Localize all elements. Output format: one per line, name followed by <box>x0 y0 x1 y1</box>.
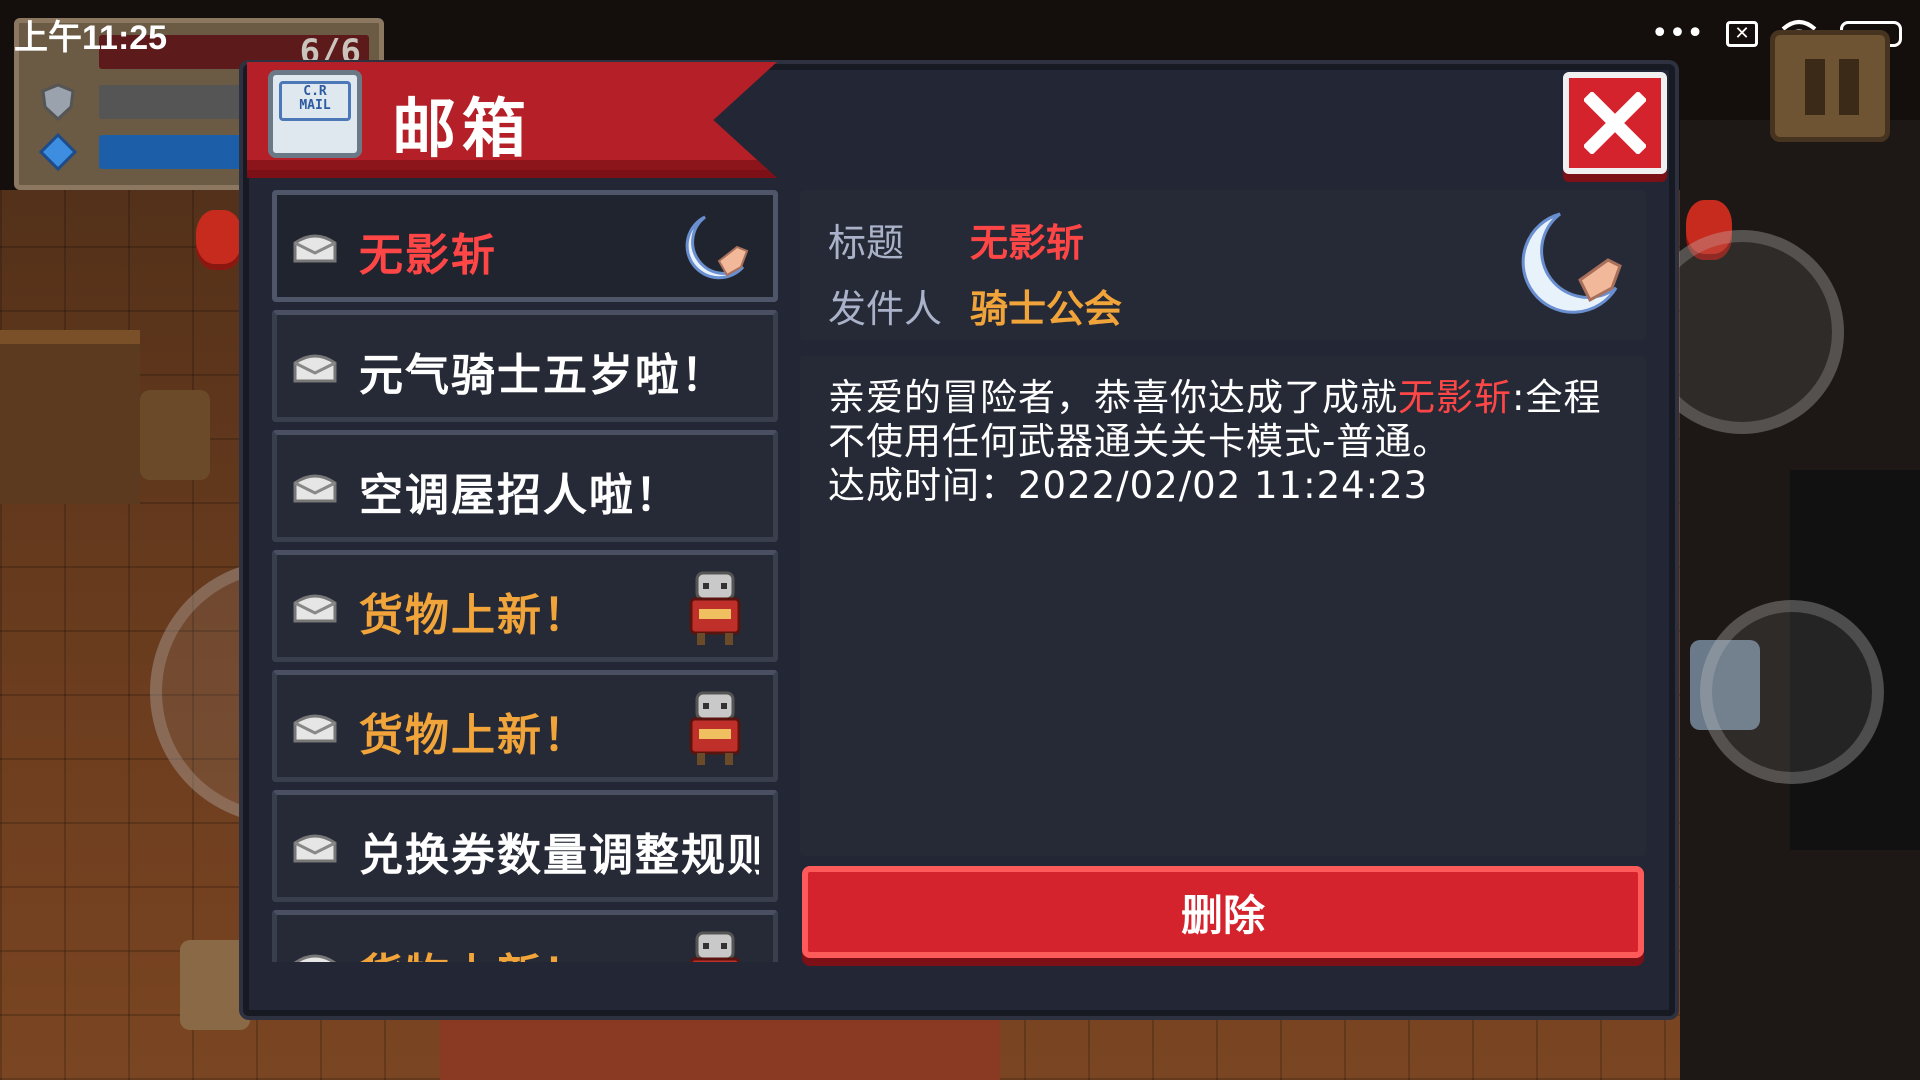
envelope-icon <box>293 594 337 623</box>
mail-detail-body: 亲爱的冒险者，恭喜你达成了成就无影斩:全程不使用任何武器通关关卡模式-普通。 达… <box>800 356 1646 856</box>
moon-hand-icon <box>685 215 749 280</box>
npc-bear <box>180 940 250 1030</box>
moon-hand-icon <box>1521 212 1622 314</box>
delete-button[interactable]: 删除 <box>802 866 1644 958</box>
envelope-icon <box>293 954 337 962</box>
energy-icon <box>39 133 77 171</box>
status-time: 上午11:25 <box>14 19 168 57</box>
envelope-icon <box>293 234 337 263</box>
subject-value: 无影斩 <box>970 221 1085 265</box>
pause-button[interactable] <box>1770 30 1890 142</box>
mail-list-item[interactable]: 无影斩 <box>272 190 778 302</box>
game-carpet <box>440 1010 1000 1080</box>
dialog-title: 邮箱 <box>392 93 532 167</box>
merchant-icon <box>689 691 741 765</box>
subject-label: 标题 <box>828 221 905 265</box>
merchant-icon <box>689 571 741 645</box>
body-time: 达成时间：2022/02/02 11:24:23 <box>828 464 1429 507</box>
mail-list-item[interactable]: 货物上新！ <box>272 550 778 662</box>
sender-label: 发件人 <box>828 287 943 331</box>
merchant-icon <box>689 931 741 962</box>
mail-list-item-label: 兑换券数量调整规则 <box>359 830 759 881</box>
mail-list-item[interactable]: 兑换券数量调整规则 <box>272 790 778 902</box>
mail-list-item[interactable]: 货物上新！ <box>272 670 778 782</box>
shield-icon <box>41 83 75 121</box>
mail-list-item[interactable]: 空调屋招人啦！ <box>272 430 778 542</box>
mail-list-item[interactable]: 元气骑士五岁啦！ <box>272 310 778 422</box>
envelope-icon <box>293 354 337 383</box>
body-prefix: 亲爱的冒险者，恭喜你达成了成就 <box>828 376 1398 419</box>
mail-list-item-label: 空调屋招人啦！ <box>359 470 681 521</box>
mail-body-text: 亲爱的冒险者，恭喜你达成了成就无影斩:全程不使用任何武器通关关卡模式-普通。 达… <box>828 376 1618 508</box>
mail-list[interactable]: 无影斩元气骑士五岁啦！空调屋招人啦！货物上新！货物上新！兑换券数量调整规则货物上… <box>272 190 778 962</box>
game-shelf <box>0 330 140 504</box>
npc-merchant <box>140 390 210 480</box>
envelope-icon <box>293 714 337 743</box>
close-button[interactable] <box>1563 72 1667 174</box>
lantern-left-decor <box>196 210 242 270</box>
close-icon <box>1584 92 1646 154</box>
more-icon: ••• <box>1650 16 1704 51</box>
sender-value: 骑士公会 <box>970 287 1123 331</box>
envelope-icon <box>293 834 337 863</box>
mail-detail-header: 标题 无影斩 发件人 骑士公会 <box>800 190 1646 340</box>
mail-list-item-label: 元气骑士五岁啦！ <box>359 350 727 401</box>
weapon-switch-button[interactable] <box>1700 600 1884 784</box>
mail-envelope-icon: C.R MAIL <box>268 70 362 158</box>
body-highlight: 无影斩 <box>1398 376 1512 419</box>
close-notification-icon: ✕ <box>1726 20 1758 47</box>
envelope-icon <box>293 474 337 503</box>
mail-list-item[interactable]: 货物上新！ <box>272 910 778 962</box>
